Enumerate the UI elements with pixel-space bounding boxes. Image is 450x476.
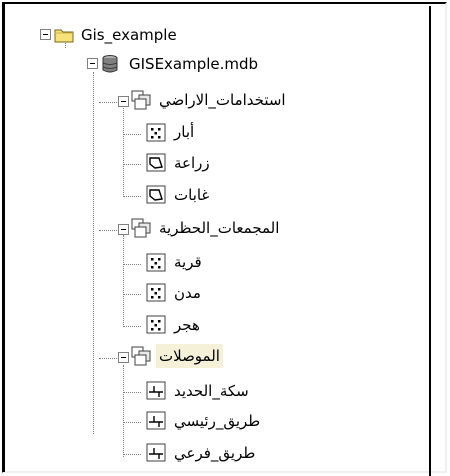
tree-node-dataset-selected[interactable]: الموصلات: [156, 344, 223, 368]
database-icon: [100, 54, 122, 74]
folder-icon: [53, 25, 75, 45]
tree-line: [123, 454, 141, 455]
tree-node-feature-class[interactable]: أبار: [171, 120, 197, 144]
tree-line: [123, 105, 124, 197]
tree-line: [123, 326, 141, 327]
collapse-dataset-button[interactable]: [118, 224, 129, 235]
tree-node-label: زراعة: [174, 154, 210, 172]
tree-node-feature-class[interactable]: هجر: [171, 313, 203, 337]
tree-line: [123, 294, 141, 295]
tree-node-feature-class[interactable]: قرية: [171, 250, 205, 274]
point-feature-class-icon: [146, 315, 168, 335]
point-feature-class-icon: [146, 283, 168, 303]
tree-node-label: قرية: [174, 253, 202, 271]
tree-node-feature-class[interactable]: غابات: [171, 183, 212, 207]
panel-left-border: [2, 2, 5, 472]
tree-node-label: سكة_الحديد: [174, 382, 249, 400]
tree-node-label: Gis_example: [81, 26, 177, 44]
panel-right-border: [429, 6, 431, 476]
tree-line: [123, 422, 141, 423]
tree-node-feature-class[interactable]: مدن: [171, 281, 204, 305]
collapse-dataset-button[interactable]: [118, 96, 129, 107]
polygon-feature-class-icon: [146, 185, 168, 205]
tree-line: [99, 102, 119, 103]
tree-node-database[interactable]: GISExample.mdb: [126, 52, 261, 76]
tree-node-label: GISExample.mdb: [129, 55, 259, 73]
tree-node-dataset[interactable]: استخدامات_الاراضي: [156, 88, 289, 112]
feature-dataset-icon: [131, 346, 153, 366]
tree-line: [99, 230, 119, 231]
tree-line: [123, 264, 141, 265]
line-feature-class-icon: [146, 411, 168, 431]
tree-node-feature-class[interactable]: زراعة: [171, 151, 213, 175]
tree-node-feature-class[interactable]: طريق_فرعي: [171, 441, 258, 465]
tree-line: [123, 164, 141, 165]
tree-line: [123, 392, 141, 393]
tree-line: [123, 196, 141, 197]
tree-node-feature-class[interactable]: سكة_الحديد: [171, 379, 252, 403]
tree-node-feature-class[interactable]: طريق_رئيسي: [171, 409, 263, 433]
tree-node-label: المجمعات_الحظرية: [159, 219, 280, 237]
point-feature-class-icon: [146, 123, 168, 143]
tree-node-label: غابات: [174, 186, 210, 204]
tree-node-label: هجر: [174, 316, 200, 334]
tree-node-label: أبار: [174, 123, 195, 141]
tree-line: [93, 72, 94, 434]
point-feature-class-icon: [146, 253, 168, 273]
tree-node-label: الموصلات: [159, 347, 220, 365]
feature-dataset-icon: [131, 90, 153, 110]
tree-line: [123, 365, 124, 457]
collapse-database-button[interactable]: [87, 58, 98, 69]
tree-node-label: طريق_فرعي: [174, 444, 256, 462]
tree-line: [123, 235, 124, 327]
tree-node-dataset[interactable]: المجمعات_الحظرية: [156, 216, 282, 240]
tree-node-label: استخدامات_الاراضي: [159, 91, 286, 109]
collapse-root-button[interactable]: [40, 29, 51, 40]
tree-line: [123, 134, 141, 135]
feature-dataset-icon: [131, 218, 153, 238]
line-feature-class-icon: [146, 443, 168, 463]
tree-node-label: مدن: [174, 284, 201, 302]
tree-line: [99, 358, 119, 359]
collapse-dataset-button[interactable]: [118, 352, 129, 363]
tree-node-label: طريق_رئيسي: [174, 412, 261, 430]
line-feature-class-icon: [146, 381, 168, 401]
polygon-feature-class-icon: [146, 153, 168, 173]
tree-node-root[interactable]: Gis_example: [78, 23, 180, 47]
